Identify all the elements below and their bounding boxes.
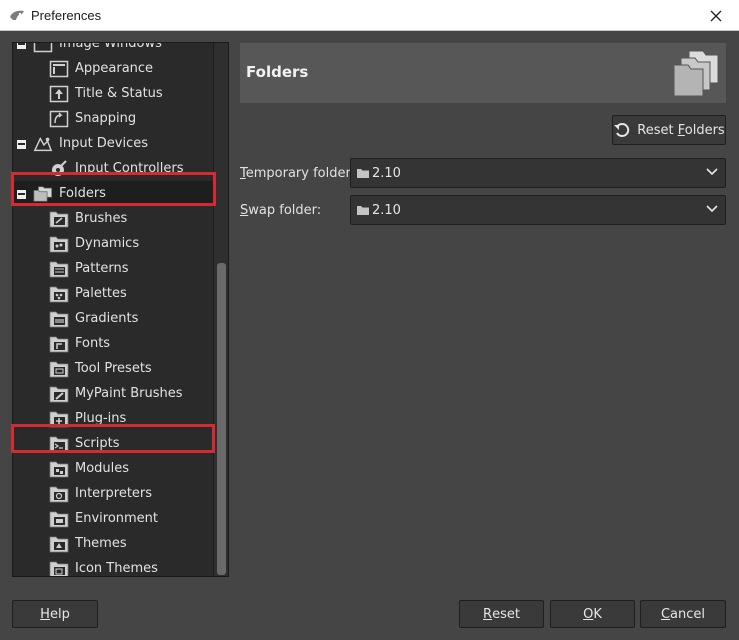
- page-header: Folders: [240, 43, 726, 103]
- mypaint-brushes-folder-icon: [49, 385, 69, 403]
- gradients-folder-icon: [49, 310, 69, 328]
- environment-folder-icon: [49, 510, 69, 528]
- tree-item-patterns[interactable]: Patterns: [13, 256, 213, 281]
- tree-item-icon-themes[interactable]: Icon Themes: [13, 556, 213, 576]
- tree-item-label: Gradients: [75, 311, 139, 326]
- collapse-icon[interactable]: [17, 43, 26, 49]
- folders-large-icon: [673, 50, 719, 97]
- dynamics-folder-icon: [49, 235, 69, 253]
- tree-item-label: Patterns: [75, 261, 129, 276]
- interpreters-folder-icon: [49, 485, 69, 503]
- collapse-icon[interactable]: [17, 140, 26, 149]
- appearance-icon: [49, 60, 69, 78]
- tree-item-label: Dynamics: [75, 236, 140, 251]
- tree-item-label: Brushes: [75, 211, 128, 226]
- folder-icon: [357, 169, 369, 178]
- tool-presets-folder-icon: [49, 360, 69, 378]
- image-windows-icon: [33, 43, 53, 53]
- themes-folder-icon: [49, 535, 69, 553]
- tree-item-label: Image Windows: [59, 42, 162, 51]
- tree-item-themes[interactable]: Themes: [13, 531, 213, 556]
- ok-button[interactable]: OK: [550, 600, 635, 628]
- scrollbar-thumb[interactable]: [217, 263, 226, 575]
- temporary-folder-label: Temporary folder:: [240, 166, 355, 181]
- temporary-folder-combo[interactable]: 2.10: [350, 158, 726, 188]
- tree-item-label: Themes: [75, 536, 127, 551]
- snapping-icon: [49, 110, 69, 128]
- tree-item-label: MyPaint Brushes: [75, 386, 183, 401]
- tree-item-environment[interactable]: Environment: [13, 506, 213, 531]
- tree-item-dynamics[interactable]: Dynamics: [13, 231, 213, 256]
- input-devices-icon: [33, 135, 53, 153]
- tree-item-brushes[interactable]: Brushes: [13, 206, 213, 231]
- folder-icon: [357, 206, 369, 215]
- modules-folder-icon: [49, 460, 69, 478]
- title-status-icon: [49, 85, 69, 103]
- tree-item-label: Input Devices: [59, 136, 149, 151]
- brushes-folder-icon: [49, 210, 69, 228]
- tree-item-tool-presets[interactable]: Tool Presets: [13, 356, 213, 381]
- swap-folder-label: Swap folder:: [240, 203, 322, 218]
- tree-item-image-windows[interactable]: Image Windows: [13, 42, 213, 56]
- highlight-scripts: [11, 424, 215, 453]
- palettes-folder-icon: [49, 285, 69, 303]
- help-button[interactable]: Help: [12, 600, 98, 628]
- tree-item-palettes[interactable]: Palettes: [13, 281, 213, 306]
- tree-scrollbar[interactable]: [213, 43, 228, 576]
- patterns-folder-icon: [49, 260, 69, 278]
- close-icon: [710, 10, 722, 21]
- tree-item-label: Tool Presets: [75, 361, 152, 376]
- reset-icon: [614, 123, 630, 137]
- reset-folders-button[interactable]: Reset Folders: [612, 115, 726, 145]
- tree-item-label: Appearance: [75, 61, 154, 76]
- highlight-folders: [11, 172, 216, 206]
- cancel-button[interactable]: Cancel: [640, 600, 726, 628]
- tree-item-label: Modules: [75, 461, 130, 476]
- window-title: Preferences: [31, 7, 102, 23]
- tree-item-label: Palettes: [75, 286, 127, 301]
- chevron-down-icon: [706, 168, 718, 176]
- tree-item-snapping[interactable]: Snapping: [13, 106, 213, 131]
- tree-item-modules[interactable]: Modules: [13, 456, 213, 481]
- tree-list: Image Windows Appearance Title & Status Sna…: [13, 42, 213, 576]
- tree-item-label: Interpreters: [75, 486, 153, 501]
- tree-item-title-status[interactable]: Title & Status: [13, 81, 213, 106]
- temporary-folder-value: 2.10: [372, 165, 401, 181]
- tree-item-fonts[interactable]: Fonts: [13, 331, 213, 356]
- category-tree[interactable]: Image Windows Appearance Title & Status Sna…: [12, 42, 229, 577]
- chevron-down-icon: [706, 205, 718, 213]
- reset-button[interactable]: Reset: [459, 600, 544, 628]
- tree-item-label: Environment: [75, 511, 159, 526]
- tree-item-interpreters[interactable]: Interpreters: [13, 481, 213, 506]
- page-title: Folders: [246, 63, 309, 81]
- tree-item-input-devices[interactable]: Input Devices: [13, 131, 213, 156]
- tree-item-label: Fonts: [75, 336, 111, 351]
- gimp-icon: [10, 10, 24, 20]
- reset-folders-label: Reset Folders: [637, 122, 725, 138]
- close-button[interactable]: [693, 0, 739, 31]
- title-bar: Preferences: [0, 0, 739, 31]
- tree-item-mypaint-brushes[interactable]: MyPaint Brushes: [13, 381, 213, 406]
- tree-item-appearance[interactable]: Appearance: [13, 56, 213, 81]
- tree-item-label: Snapping: [75, 111, 137, 126]
- swap-folder-value: 2.10: [372, 202, 401, 218]
- tree-item-label: Title & Status: [75, 86, 163, 101]
- swap-folder-combo[interactable]: 2.10: [350, 195, 726, 225]
- icon-themes-folder-icon: [49, 560, 69, 576]
- fonts-folder-icon: [49, 335, 69, 353]
- tree-item-label: Icon Themes: [75, 561, 158, 576]
- tree-item-gradients[interactable]: Gradients: [13, 306, 213, 331]
